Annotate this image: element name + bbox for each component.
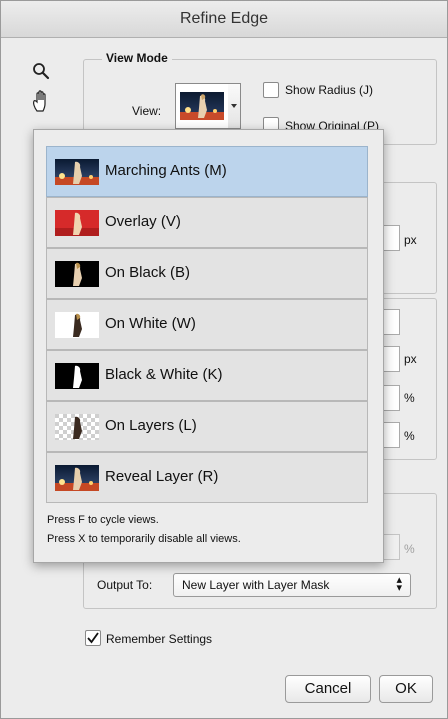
remember-settings-checkbox[interactable] [85, 630, 101, 646]
remember-settings-label: Remember Settings [106, 632, 213, 646]
hand-tool-icon[interactable] [31, 89, 53, 118]
updown-chevron-icon: ▴ ▾ [396, 574, 402, 594]
radius-unit: px [404, 233, 417, 247]
cancel-button[interactable]: Cancel [285, 675, 371, 703]
overlay-thumbnail [55, 210, 99, 236]
ok-button[interactable]: OK [379, 675, 433, 703]
menu-item-black-white[interactable]: Black & White (K) [46, 350, 368, 401]
title-bar[interactable]: Refine Edge [1, 1, 447, 38]
view-label: View: [132, 104, 162, 118]
menu-item-reveal-layer[interactable]: Reveal Layer (R) [46, 452, 368, 503]
output-to-value: New Layer with Layer Mask [182, 578, 330, 592]
menu-item-label: On White (W) [105, 315, 196, 332]
view-mode-popup-menu: Marching Ants (M) Overlay (V) On Black (… [33, 129, 384, 563]
menu-item-on-layers[interactable]: On Layers (L) [46, 401, 368, 452]
menu-item-overlay[interactable]: Overlay (V) [46, 197, 368, 248]
menu-item-label: Black & White (K) [105, 366, 223, 383]
menu-item-on-black[interactable]: On Black (B) [46, 248, 368, 299]
black-white-thumbnail [55, 363, 99, 389]
menu-item-on-white[interactable]: On White (W) [46, 299, 368, 350]
feather-unit: px [404, 352, 417, 366]
contrast-unit: % [404, 391, 415, 405]
shift-edge-unit: % [404, 429, 415, 443]
reveal-layer-thumbnail [55, 465, 99, 491]
decontaminate-unit: % [404, 542, 415, 556]
view-dropdown-arrow[interactable] [228, 83, 241, 129]
marching-ants-thumbnail [55, 159, 99, 185]
menu-item-label: Overlay (V) [105, 213, 181, 230]
show-radius-checkbox[interactable] [263, 82, 279, 98]
output-to-select[interactable]: New Layer with Layer Mask ▴ ▾ [173, 573, 411, 597]
chevron-down-icon [231, 104, 237, 108]
on-layers-thumbnail [55, 414, 99, 440]
view-thumbnail [180, 92, 224, 120]
menu-item-label: On Black (B) [105, 264, 191, 281]
zoom-tool-icon[interactable] [31, 61, 51, 86]
on-black-thumbnail [55, 261, 99, 287]
help-text-disable: Press X to temporarily disable all views… [47, 533, 241, 545]
menu-item-marching-ants[interactable]: Marching Ants (M) [46, 146, 368, 197]
menu-item-label: Reveal Layer (R) [105, 468, 219, 485]
output-to-label: Output To: [97, 578, 153, 592]
dialog-title: Refine Edge [179, 10, 269, 27]
on-white-thumbnail [55, 312, 99, 338]
checkmark-icon [87, 632, 99, 644]
menu-item-label: On Layers (L) [105, 417, 197, 434]
menu-item-label: Marching Ants (M) [105, 162, 227, 179]
view-mode-legend: View Mode [102, 51, 172, 65]
show-radius-label: Show Radius (J) [285, 83, 374, 97]
view-thumbnail-dropdown[interactable] [175, 83, 229, 129]
help-text-cycle: Press F to cycle views. [47, 514, 159, 526]
